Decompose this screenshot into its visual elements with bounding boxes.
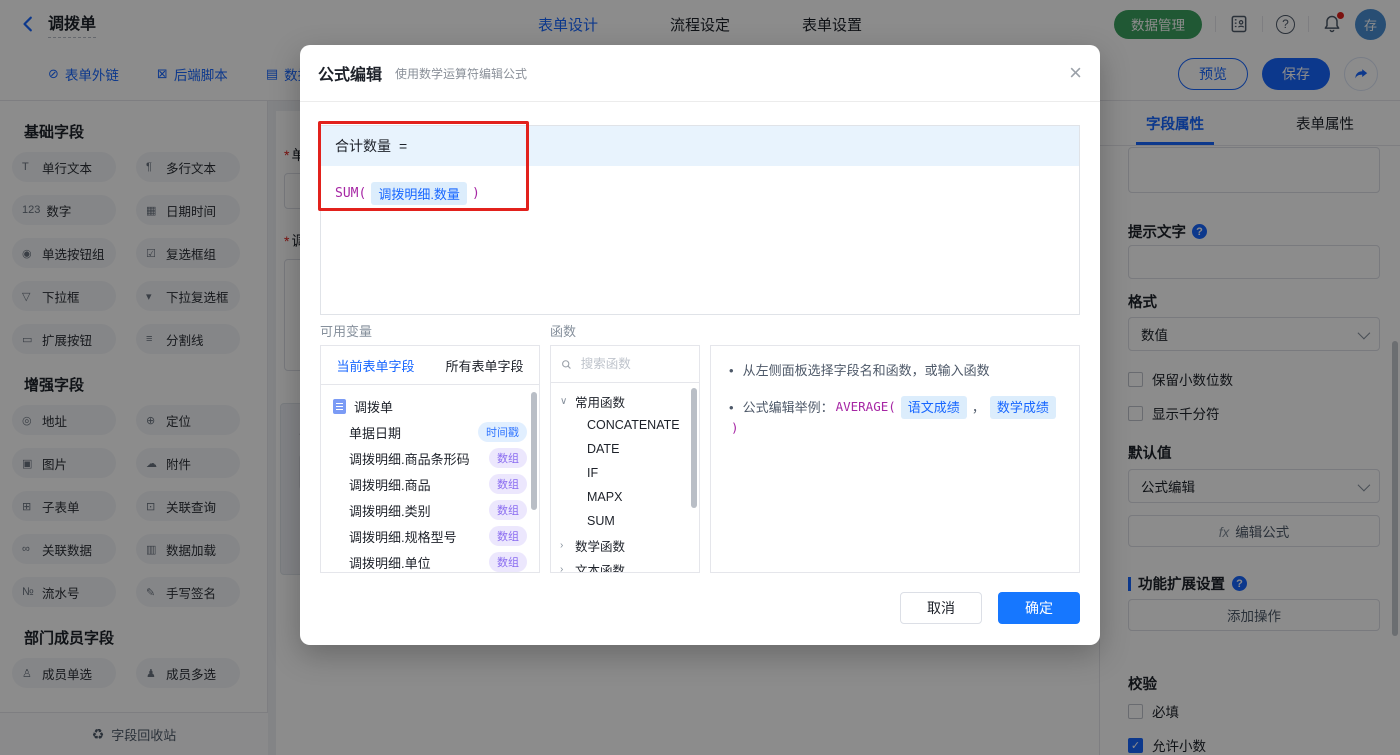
variable-field-row[interactable]: 调拨明细.商品 数组	[321, 471, 539, 497]
search-icon	[562, 359, 571, 369]
functions-panel: ∨ 常用函数 CONCATENATE DATE	[550, 345, 700, 573]
function-search	[551, 346, 699, 383]
example-function: AVERAGE(	[835, 398, 896, 414]
form-doc-icon	[333, 398, 346, 414]
function-item[interactable]: › 数学函数	[551, 533, 699, 557]
variable-field-row[interactable]: 调拨明细.商品条形码 数组	[321, 445, 539, 471]
type-badge: 数组	[489, 474, 527, 494]
formula-editor[interactable]: 合计数量 = SUM( 调拨明细.数量 )	[320, 125, 1080, 315]
formula-close-paren: )	[471, 186, 480, 201]
cancel-button[interactable]: 取消	[900, 592, 982, 624]
example-chip-2: 数学成绩	[989, 395, 1056, 419]
variable-field-row[interactable]: 单据日期 时间戳	[321, 419, 539, 445]
variables-tab[interactable]: 所有表单字段	[430, 346, 539, 384]
example-chip-1: 语文成绩	[900, 395, 967, 419]
type-badge: 时间戳	[478, 422, 527, 442]
variable-field-row[interactable]: 调拨明细.规格型号 数组	[321, 523, 539, 549]
formula-target-row: 合计数量 =	[321, 126, 1079, 166]
function-item[interactable]: CONCATENATE	[551, 413, 699, 437]
formula-edit-modal: 公式编辑 使用数学运算符编辑公式 × 合计数量 = SUM( 调拨明细.数量 ) …	[300, 45, 1100, 645]
confirm-button[interactable]: 确定	[998, 592, 1080, 624]
variables-panel: 当前表单字段 所有表单字段 调拨单 单据日期 时间戳 调拨明细.商品条形码 数组…	[320, 345, 540, 573]
type-badge: 数组	[489, 448, 527, 468]
functions-label: 函数	[550, 324, 577, 339]
function-item[interactable]: ∨ 常用函数	[551, 389, 699, 413]
variables-scrollbar[interactable]	[531, 392, 537, 510]
function-search-input[interactable]	[578, 356, 689, 372]
function-item[interactable]: DATE	[551, 437, 699, 461]
formula-field-chip[interactable]: 调拨明细.数量	[371, 182, 467, 205]
function-item[interactable]: IF	[551, 461, 699, 485]
formula-expression[interactable]: SUM( 调拨明细.数量 )	[321, 166, 1079, 221]
tree-chevron-icon: ∨	[560, 395, 568, 407]
type-badge: 数组	[489, 526, 527, 546]
formula-function: SUM(	[335, 186, 367, 201]
tip-line: 从左侧面板选择字段名和函数，或输入函数	[729, 361, 1061, 381]
variables-tab[interactable]: 当前表单字段	[321, 346, 430, 384]
functions-scrollbar[interactable]	[691, 388, 697, 508]
function-list: ∨ 常用函数 CONCATENATE DATE IF MAPX SUM › 数学…	[551, 383, 699, 573]
function-item[interactable]: › 文本函数	[551, 557, 699, 573]
modal-subtitle: 使用数学运算符编辑公式	[395, 66, 528, 81]
app-root: 调拨单 表单设计 流程设定 表单设置 数据管理 存	[0, 0, 1400, 755]
variable-field-row[interactable]: 调拨明细.单位 数组	[321, 549, 539, 572]
close-icon[interactable]: ×	[1069, 62, 1082, 84]
function-item[interactable]: MAPX	[551, 485, 699, 509]
modal-footer: 取消 确定	[300, 592, 1080, 624]
modal-title: 公式编辑	[318, 67, 383, 84]
modal-header: 公式编辑 使用数学运算符编辑公式 ×	[300, 45, 1100, 102]
variables-tabs: 当前表单字段 所有表单字段	[321, 346, 539, 385]
tree-chevron-icon: ›	[560, 563, 564, 573]
variables-tree: 调拨单 单据日期 时间戳 调拨明细.商品条形码 数组 调拨明细.商品 数组 调拨…	[321, 385, 539, 572]
tips-panel: 从左侧面板选择字段名和函数，或输入函数 公式编辑举例： AVERAGE( 语文成…	[710, 345, 1080, 573]
tree-form-node[interactable]: 调拨单	[321, 393, 539, 419]
tip-example-line: 公式编辑举例： AVERAGE( 语文成绩 ， 数学成绩 )	[729, 395, 1061, 438]
type-badge: 数组	[489, 552, 527, 572]
tree-chevron-icon: ›	[560, 539, 564, 551]
function-item[interactable]: SUM	[551, 509, 699, 533]
type-badge: 数组	[489, 500, 527, 520]
variables-label: 可用变量	[320, 324, 373, 339]
variable-field-row[interactable]: 调拨明细.类别 数组	[321, 497, 539, 523]
example-close-paren: )	[731, 420, 739, 435]
